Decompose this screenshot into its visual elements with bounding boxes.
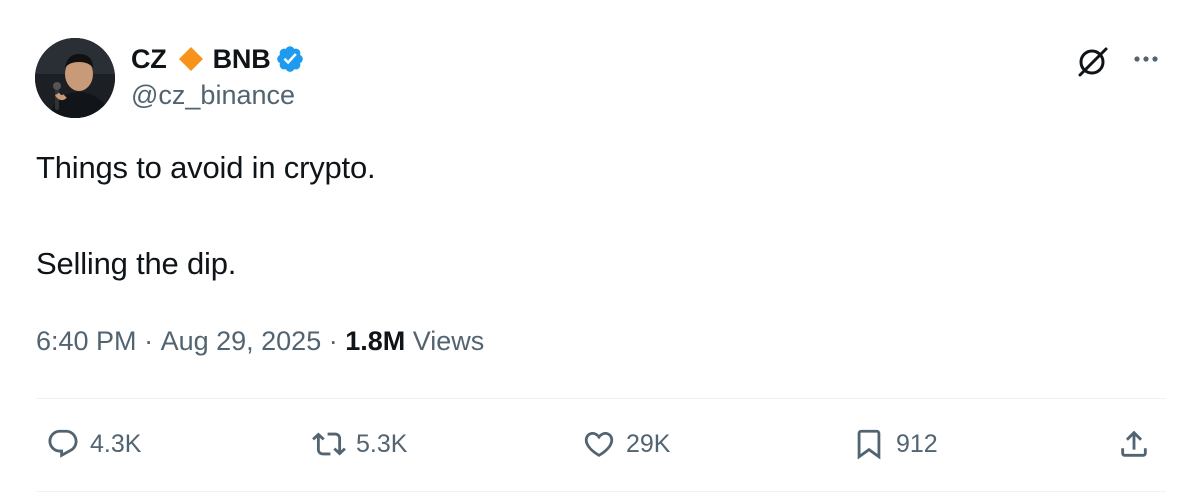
avatar[interactable]	[35, 38, 115, 118]
divider	[36, 491, 1166, 492]
share-icon	[1121, 430, 1147, 457]
more-icon[interactable]	[1128, 46, 1164, 72]
avatar-image	[35, 38, 115, 118]
grok-icon[interactable]	[1076, 44, 1110, 78]
tweet-date[interactable]: Aug 29, 2025	[161, 326, 322, 357]
share-button[interactable]	[1117, 424, 1151, 464]
meta-separator: ·	[136, 326, 161, 356]
meta-separator: ·	[321, 326, 346, 356]
verified-badge-icon[interactable]	[275, 44, 305, 74]
like-button[interactable]: 29K	[582, 424, 670, 464]
bookmark-button[interactable]: 912	[852, 424, 938, 464]
reply-icon	[48, 429, 78, 458]
repost-button[interactable]: 5.3K	[312, 424, 407, 464]
author-name-part-2: BNB	[212, 43, 271, 74]
like-count: 29K	[626, 429, 671, 458]
author-name-part-1: CZ	[131, 43, 167, 74]
divider	[36, 398, 1166, 399]
tweet-text-line-1: Things to avoid in crypto.	[36, 150, 376, 185]
bookmark-count: 912	[896, 429, 938, 458]
author-name[interactable]: CZ BNB	[131, 40, 305, 78]
diamond-icon	[178, 47, 203, 71]
reply-count: 4.3K	[90, 429, 142, 458]
bookmark-icon	[857, 429, 881, 460]
tweet-text-line-2: Selling the dip.	[36, 246, 237, 281]
tweet-meta: 6:40 PM · Aug 29, 2025 · 1.8M Views	[36, 326, 484, 357]
tweet-time[interactable]: 6:40 PM	[36, 326, 137, 357]
views-count: 1.8M	[345, 326, 406, 356]
repost-icon	[312, 432, 346, 456]
heart-icon	[584, 431, 614, 457]
reply-button[interactable]: 4.3K	[46, 424, 141, 464]
views-label: Views	[405, 326, 485, 356]
tweet-card: CZ BNB @cz_binance Things to avoid in cr…	[0, 0, 1200, 496]
repost-count: 5.3K	[356, 429, 408, 458]
author-handle[interactable]: @cz_binance	[131, 80, 295, 111]
